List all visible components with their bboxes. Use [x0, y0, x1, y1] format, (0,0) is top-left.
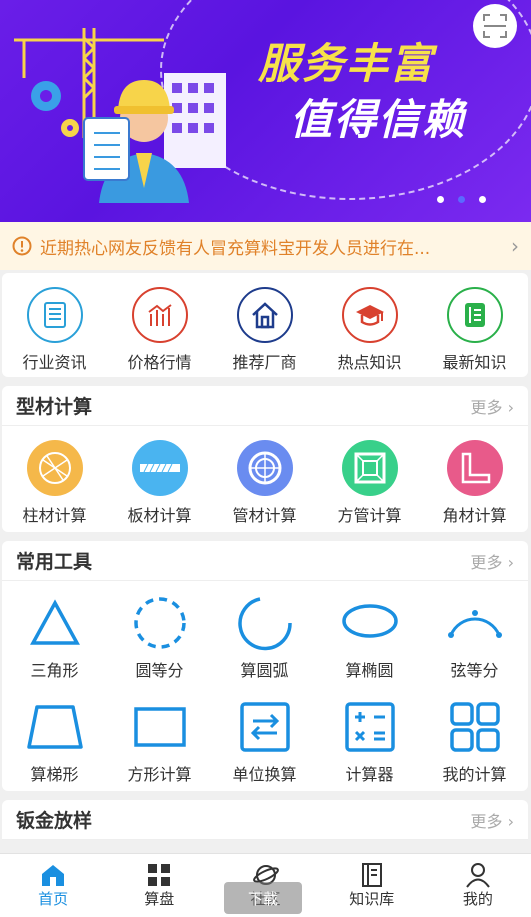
trapezoid-icon: [26, 705, 83, 749]
circle-divide-icon: [133, 597, 186, 649]
tab-label: 我的: [462, 890, 493, 908]
my-calc-icon: [449, 702, 500, 752]
profile-square-tube[interactable]: 方管计算: [317, 440, 422, 526]
more-link[interactable]: 更多 ›: [471, 394, 515, 418]
tab-home[interactable]: 首页: [0, 854, 106, 917]
tab-mine[interactable]: 我的: [425, 854, 531, 917]
tool-trapezoid[interactable]: 算梯形: [2, 699, 107, 799]
graduation-cap-icon: [341, 287, 398, 343]
triangle-icon: [29, 599, 80, 645]
carousel-dot[interactable]: [479, 196, 486, 203]
calculator-icon: [344, 702, 395, 752]
category-label: 行业资讯: [22, 353, 87, 372]
sheet-section-header: 钣金放样 更多 ›: [2, 800, 528, 840]
tool-label: 三角形: [30, 661, 79, 680]
tool-label: 弦等分: [450, 661, 499, 680]
profile-pipe[interactable]: 管材计算: [212, 440, 317, 526]
category-price-trend[interactable]: 价格行情: [107, 287, 212, 373]
download-watermark: 下载: [224, 882, 302, 914]
more-link[interactable]: 更多 ›: [471, 549, 515, 573]
profile-label: 角材计算: [442, 506, 507, 525]
grid-icon: [148, 864, 171, 886]
knowledge-icon: [361, 863, 382, 887]
category-label: 最新知识: [442, 353, 507, 372]
alert-icon: [12, 236, 32, 256]
banner-illustration: [14, 28, 226, 203]
profile-label: 板材计算: [127, 506, 192, 525]
chevron-right-icon: ›: [511, 234, 519, 258]
tab-label: 知识库: [349, 890, 395, 908]
scan-icon: [483, 14, 507, 38]
rectangle-icon: [133, 707, 186, 747]
tool-triangle[interactable]: 三角形: [2, 595, 107, 695]
category-latest-knowledge[interactable]: 最新知识: [422, 287, 527, 373]
profile-label: 管材计算: [232, 506, 297, 525]
profile-column[interactable]: 柱材计算: [2, 440, 107, 526]
tool-label: 方形计算: [127, 765, 192, 784]
tool-label: 算梯形: [30, 765, 79, 784]
category-industry-news[interactable]: 行业资讯: [2, 287, 107, 373]
ellipse-icon: [341, 604, 398, 638]
tool-calculator[interactable]: 计算器: [317, 699, 422, 799]
tool-rectangle[interactable]: 方形计算: [107, 699, 212, 799]
banner-title-line1: 服务丰富: [258, 39, 435, 88]
category-label: 热点知识: [337, 353, 402, 372]
house-icon: [236, 287, 293, 343]
notice-text: 近期热心网友反馈有人冒充算料宝开发人员进行在...: [40, 238, 431, 259]
banner-carousel[interactable]: 服务丰富 值得信赖: [0, 0, 531, 222]
arc-icon: [237, 597, 292, 651]
carousel-dot-active[interactable]: [458, 196, 465, 203]
news-icon: [26, 287, 83, 343]
category-label: 价格行情: [127, 353, 192, 372]
category-card: 行业资讯 价格行情 推荐厂商 热点知识 最新知识: [2, 273, 528, 377]
notice-bar[interactable]: 近期热心网友反馈有人冒充算料宝开发人员进行在... ›: [0, 222, 531, 270]
tab-label: 首页: [38, 890, 69, 908]
profile-label: 柱材计算: [22, 506, 87, 525]
profile-section-header: 型材计算 更多 ›: [2, 386, 528, 426]
tool-label: 圆等分: [135, 661, 184, 680]
angle-material-icon: [446, 440, 503, 496]
carousel-dot[interactable]: [437, 196, 444, 203]
profile-section: 柱材计算 板材计算 管材计算 方管计算 角材计算: [2, 426, 528, 532]
chart-icon: [131, 287, 188, 343]
tool-unit-convert[interactable]: 单位换算: [212, 699, 317, 799]
banner-title-line2: 值得信赖: [290, 95, 467, 144]
section-title: 型材计算: [16, 396, 93, 418]
chord-divide-icon: [447, 610, 502, 638]
carousel-dots: [437, 196, 486, 203]
profile-angle[interactable]: 角材计算: [422, 440, 527, 526]
tool-chord-divide[interactable]: 弦等分: [422, 595, 527, 695]
user-icon: [466, 863, 490, 888]
tab-abacus[interactable]: 算盘: [106, 854, 212, 917]
tool-ellipse[interactable]: 算椭圆: [317, 595, 422, 695]
tool-label: 算圆弧: [240, 661, 289, 680]
tool-circle-divide[interactable]: 圆等分: [107, 595, 212, 695]
unit-convert-icon: [239, 702, 290, 752]
more-link[interactable]: 更多 ›: [471, 808, 515, 832]
pipe-material-icon: [236, 440, 293, 496]
home-icon: [42, 865, 65, 886]
profile-plate[interactable]: 板材计算: [107, 440, 212, 526]
section-title: 钣金放样: [16, 810, 93, 832]
tools-section-header: 常用工具 更多 ›: [2, 541, 528, 581]
plate-material-icon: [131, 440, 188, 496]
tool-my-calc[interactable]: 我的计算: [422, 699, 527, 799]
tab-label: 算盘: [144, 890, 175, 908]
tool-label: 算椭圆: [345, 661, 394, 680]
column-material-icon: [26, 440, 83, 496]
section-title: 常用工具: [16, 551, 93, 573]
tool-label: 计算器: [345, 765, 394, 784]
square-tube-icon: [341, 440, 398, 496]
tools-section: 三角形 圆等分 算圆弧 算椭圆 弦等分 算梯形 方形计算 单位换算 计算器 我的…: [2, 581, 528, 791]
category-hot-knowledge[interactable]: 热点知识: [317, 287, 422, 373]
category-recommended-vendor[interactable]: 推荐厂商: [212, 287, 317, 373]
tool-label: 单位换算: [232, 765, 297, 784]
tool-label: 我的计算: [442, 765, 507, 784]
book-icon: [446, 287, 503, 343]
scan-button[interactable]: [473, 4, 517, 48]
category-label: 推荐厂商: [232, 353, 297, 372]
tool-arc[interactable]: 算圆弧: [212, 595, 317, 695]
tab-knowledge[interactable]: 知识库: [319, 854, 425, 917]
profile-label: 方管计算: [337, 506, 402, 525]
